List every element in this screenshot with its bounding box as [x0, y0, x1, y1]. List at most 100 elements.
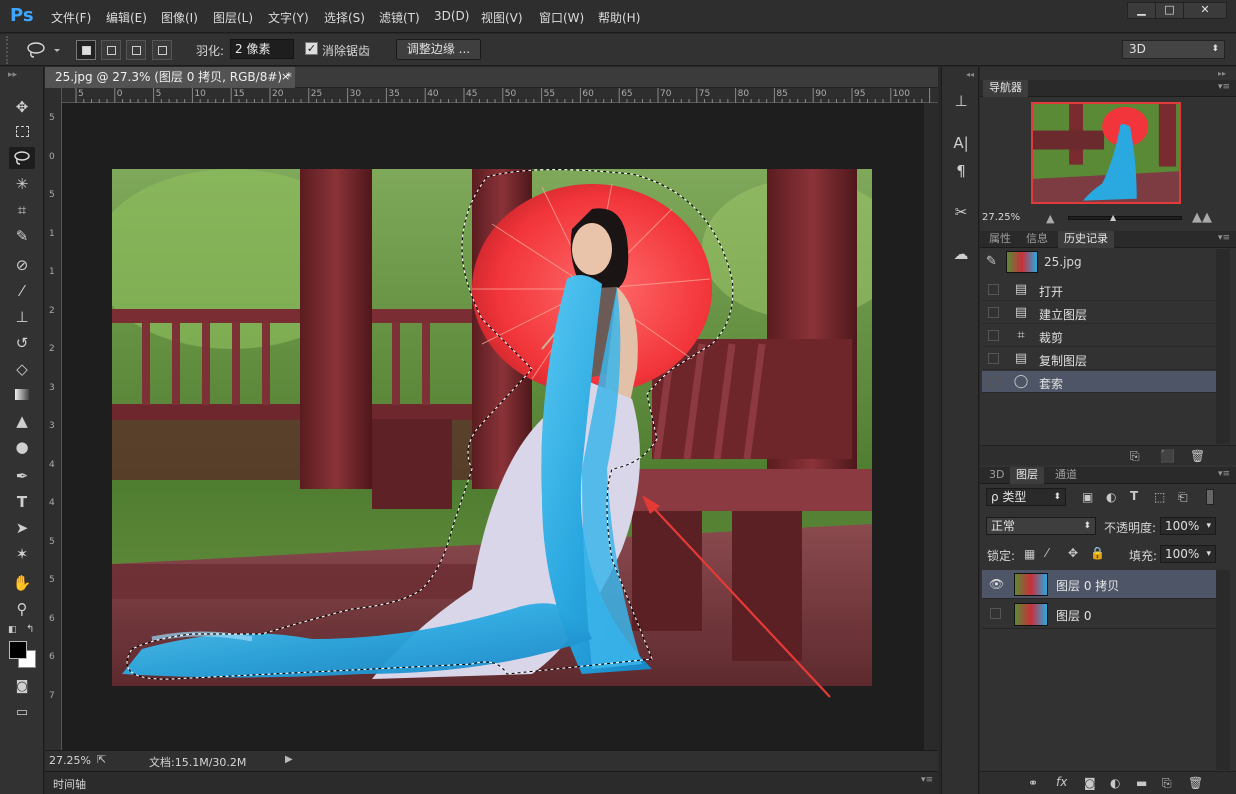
document-tab[interactable]: 25.jpg @ 27.3% (图层 0 拷贝, RGB/8#) * × — [45, 67, 295, 88]
visibility-toggle[interactable] — [990, 608, 1001, 619]
history-item-selected[interactable]: ◯ 套索 — [982, 371, 1216, 393]
status-zoom[interactable]: 27.25% — [49, 754, 91, 767]
new-document-from-state-icon[interactable]: ⎘ — [1130, 449, 1140, 464]
layer-filter-select[interactable]: ρ 类型 ⬍ — [986, 488, 1066, 506]
new-layer-icon[interactable]: ⎘ — [1162, 776, 1172, 791]
antialias-checkbox[interactable]: ✓ — [305, 42, 318, 55]
navigator-preview[interactable] — [1031, 102, 1181, 204]
close-tab-icon[interactable]: × — [281, 67, 290, 87]
tab-history[interactable]: 历史记录 — [1058, 231, 1114, 248]
hand-tool[interactable]: ✋ — [9, 572, 35, 594]
tab-properties[interactable]: 属性 — [983, 231, 1017, 248]
blur-tool[interactable]: ▲ — [9, 410, 35, 432]
filter-pixel-icon[interactable]: ▣ — [1082, 490, 1093, 504]
screen-mode-button[interactable]: ▭ — [9, 702, 35, 724]
vertical-scrollbar[interactable] — [924, 103, 938, 750]
swap-colors-icon[interactable]: ↰ — [26, 624, 34, 635]
fx-icon[interactable]: fx — [1056, 775, 1067, 789]
collapse-arrows-icon[interactable]: ▸▸ — [1218, 69, 1226, 78]
layers-scrollbar[interactable] — [1216, 570, 1230, 770]
quick-mask-button[interactable]: ◙ — [9, 676, 35, 698]
tool-presets-button[interactable]: ⊥ — [951, 91, 971, 111]
opacity-input[interactable]: 100% ▾ — [1160, 517, 1216, 535]
menu-edit[interactable]: 编辑(E) — [106, 9, 147, 26]
tab-info[interactable]: 信息 — [1020, 231, 1054, 248]
tool-preset-picker[interactable] — [24, 40, 62, 60]
add-selection-button[interactable] — [101, 40, 121, 60]
blend-mode-select[interactable]: 正常 ⬍ — [986, 517, 1096, 535]
filter-shape-icon[interactable]: ⬚ — [1154, 490, 1165, 504]
default-colors-icon[interactable]: ◧ — [8, 625, 17, 635]
menu-help[interactable]: 帮助(H) — [598, 9, 640, 26]
tab-3d[interactable]: 3D — [983, 467, 1010, 484]
folder-icon[interactable]: ▬ — [1136, 776, 1147, 790]
dodge-tool[interactable]: ● — [9, 436, 35, 458]
lock-position-icon[interactable]: ✥ — [1068, 546, 1078, 560]
healing-brush-tool[interactable]: ⊘ — [9, 254, 35, 276]
panel-menu-icon[interactable]: ▾≡ — [1218, 82, 1230, 92]
history-item[interactable]: ▤ 复制图层 — [982, 348, 1216, 370]
filter-type-icon[interactable]: T — [1130, 489, 1138, 503]
eye-icon[interactable]: 👁 — [989, 577, 1004, 591]
tool-options-button[interactable]: ✂ — [951, 202, 971, 222]
navigator-zoom-slider[interactable] — [1068, 216, 1182, 220]
history-item[interactable]: ⌗ 裁剪 — [982, 325, 1216, 347]
tab-channels[interactable]: 通道 — [1049, 467, 1083, 484]
panel-menu-icon[interactable]: ▾≡ — [1218, 233, 1230, 243]
minimize-button[interactable]: ▁ — [1127, 2, 1156, 19]
brush-tool[interactable]: ⁄ — [9, 280, 35, 302]
collapse-arrows-icon[interactable]: ▸▸ — [8, 70, 17, 80]
magic-wand-tool[interactable]: ✳ — [9, 173, 35, 195]
menu-select[interactable]: 选择(S) — [324, 9, 365, 26]
paragraph-panel-button[interactable]: ¶ — [951, 161, 971, 181]
maximize-button[interactable]: □ — [1155, 2, 1184, 19]
link-icon[interactable]: ⚭ — [1028, 776, 1038, 790]
panel-menu-icon[interactable]: ▾≡ — [1218, 469, 1230, 479]
history-snapshot[interactable]: ✎ 25.jpg — [982, 249, 1216, 277]
menu-view[interactable]: 视图(V) — [481, 9, 523, 26]
pen-tool[interactable]: ✒ — [9, 465, 35, 487]
lock-pixels-icon[interactable]: ⁄ — [1046, 546, 1048, 560]
fill-input[interactable]: 100% ▾ — [1160, 545, 1216, 563]
feather-input[interactable]: 2 像素 — [230, 39, 294, 59]
lock-all-icon[interactable]: 🔒 — [1090, 546, 1105, 560]
menu-file[interactable]: 文件(F) — [51, 9, 91, 26]
vertical-ruler[interactable]: 5 0 5 1 1 2 2 3 3 4 4 5 5 6 6 7 — [45, 88, 62, 750]
history-item[interactable]: ▤ 建立图层 — [982, 302, 1216, 324]
marquee-tool[interactable] — [9, 121, 35, 143]
new-selection-button[interactable] — [76, 40, 96, 60]
foreground-color-swatch[interactable] — [9, 641, 27, 659]
slider-thumb-icon[interactable]: ▲ — [1110, 213, 1116, 222]
close-button[interactable]: ✕ — [1183, 2, 1227, 19]
zoom-out-icon[interactable]: ▲ — [1046, 212, 1054, 225]
panel-menu-icon[interactable]: ▾≡ — [921, 775, 933, 785]
gradient-tool[interactable] — [9, 384, 35, 406]
trash-icon[interactable]: 🗑 — [1188, 776, 1203, 790]
filter-adjustment-icon[interactable]: ◐ — [1106, 490, 1116, 504]
adjustment-layer-icon[interactable]: ◐ — [1110, 776, 1120, 790]
menu-image[interactable]: 图像(I) — [161, 9, 198, 26]
lock-transparency-icon[interactable]: ▦ — [1024, 547, 1035, 561]
menu-type[interactable]: 文字(Y) — [268, 9, 309, 26]
eyedropper-tool[interactable]: ✎ — [9, 225, 35, 247]
navigator-zoom[interactable]: 27.25% — [982, 212, 1020, 223]
mask-icon[interactable]: ◙ — [1084, 776, 1096, 790]
tab-layers[interactable]: 图层 — [1010, 467, 1044, 484]
history-scrollbar[interactable] — [1216, 249, 1230, 444]
eraser-tool[interactable]: ◇ — [9, 358, 35, 380]
history-source-checkbox[interactable] — [988, 284, 999, 295]
timeline-bar[interactable]: 时间轴 ▾≡ — [45, 771, 938, 794]
tab-navigator[interactable]: 导航器 — [983, 80, 1028, 97]
type-tool[interactable]: T — [9, 491, 35, 513]
history-source-checkbox[interactable] — [988, 307, 999, 318]
subtract-selection-button[interactable] — [126, 40, 146, 60]
move-tool[interactable]: ✥ — [9, 96, 35, 118]
clone-stamp-tool[interactable]: ⊥ — [9, 306, 35, 328]
intersect-selection-button[interactable] — [152, 40, 172, 60]
history-source-checkbox[interactable] — [988, 353, 999, 364]
history-item[interactable]: ▤ 打开 — [982, 279, 1216, 301]
history-brush-tool[interactable]: ↺ — [9, 332, 35, 354]
filter-smart-object-icon[interactable]: ⎗ — [1178, 490, 1188, 505]
status-menu-arrow-icon[interactable]: ▶ — [285, 754, 293, 765]
history-source-checkbox[interactable] — [988, 330, 999, 341]
